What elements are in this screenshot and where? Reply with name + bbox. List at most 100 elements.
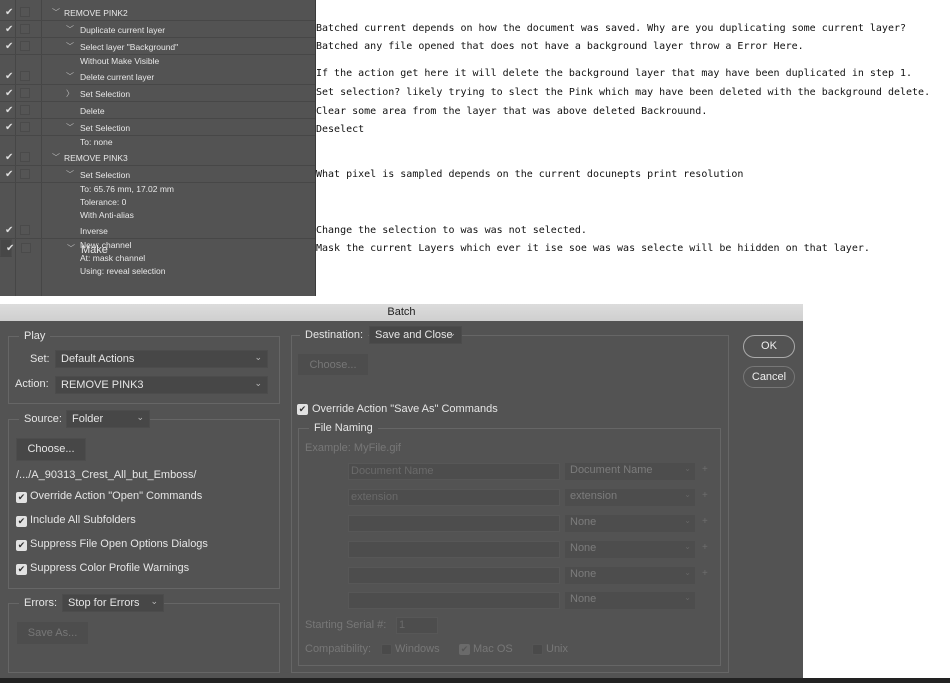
chevron-down-icon[interactable]: ﹀ xyxy=(52,7,60,18)
file-naming-select[interactable]: None ⌄ xyxy=(565,592,695,609)
set-select[interactable]: Default Actions ⌄ xyxy=(55,350,268,368)
checkmark-icon[interactable]: ✔ xyxy=(5,41,13,52)
file-naming-select[interactable]: None ⌄ xyxy=(565,541,695,558)
compat-option-label: Unix xyxy=(546,643,569,655)
dialog-toggle-box[interactable] xyxy=(20,41,30,51)
note-line: Clear some area from the layer that was … xyxy=(316,106,708,117)
file-naming-select[interactable]: None ⌄ xyxy=(565,567,695,584)
chevron-down-icon: ⌄ xyxy=(448,328,456,338)
action-label: Duplicate current layer xyxy=(80,25,166,35)
file-naming-select[interactable]: Document Name ⌄ xyxy=(565,463,695,480)
note-line: Batched current depends on how the docum… xyxy=(316,23,907,34)
file-naming-text-input[interactable] xyxy=(348,592,560,609)
dialog-toggle-box[interactable] xyxy=(20,88,30,98)
destination-select[interactable]: Save and Close ⌄ xyxy=(369,326,462,344)
serial-label: Starting Serial #: xyxy=(305,619,387,631)
source-checkbox[interactable]: ✔ xyxy=(16,540,27,551)
source-checkbox[interactable]: ✔ xyxy=(16,492,27,503)
checkmark-icon[interactable]: ✔ xyxy=(5,24,13,35)
action-label: Using: reveal selection xyxy=(80,266,166,276)
dialog-toggle-box[interactable] xyxy=(20,71,30,81)
cancel-button[interactable]: Cancel xyxy=(743,366,795,388)
action-step-row[interactable]: ✔ 〉 Set Selection xyxy=(0,85,315,102)
chevron-right-icon[interactable]: 〉 xyxy=(66,88,74,99)
checkmark-icon[interactable]: ✔ xyxy=(5,169,13,180)
checkmark-icon[interactable]: ✔ xyxy=(5,225,13,236)
override-save-as-checkbox[interactable]: ✔ xyxy=(297,404,308,415)
chevron-down-icon[interactable]: ﹀ xyxy=(66,24,74,35)
file-naming-label: File Naming xyxy=(309,422,378,434)
errors-value: Stop for Errors xyxy=(68,597,140,609)
destination-value: Save and Close xyxy=(375,329,453,341)
checkmark-icon[interactable]: ✔ xyxy=(5,105,13,116)
note-line: If the action get here it will delete th… xyxy=(316,68,913,79)
add-row-icon[interactable]: + xyxy=(702,542,708,553)
ok-button[interactable]: OK xyxy=(743,335,795,358)
compat-checkbox[interactable]: ✔ xyxy=(459,644,470,655)
save-as-button[interactable]: Save As... xyxy=(17,622,88,644)
compat-checkbox[interactable] xyxy=(532,644,543,655)
action-detail: Tolerance: 0 xyxy=(0,196,315,209)
errors-select[interactable]: Stop for Errors ⌄ xyxy=(62,594,164,612)
action-step-row[interactable]: ✔ ﹀ Duplicate current layer xyxy=(0,21,315,38)
action-detail: To: 65.76 mm, 17.02 mm xyxy=(0,183,315,196)
action-step-row[interactable]: ✔ ﹀ Select layer "Background" xyxy=(0,38,315,55)
chevron-down-icon[interactable]: ﹀ xyxy=(52,152,60,163)
chevron-down-icon: ⌄ xyxy=(684,568,691,577)
file-naming-text-input[interactable] xyxy=(348,541,560,558)
dialog-toggle-box[interactable] xyxy=(20,122,30,132)
checkmark-icon[interactable]: ✔ xyxy=(5,71,13,82)
action-step-row[interactable]: ✔ ﹀ Delete current layer xyxy=(0,68,315,85)
checkmark-icon[interactable]: ✔ xyxy=(5,88,13,99)
dialog-toggle-box[interactable] xyxy=(20,105,30,115)
checkmark-icon[interactable]: ✔ xyxy=(5,7,13,18)
play-label: Play xyxy=(19,330,51,342)
file-naming-text-input[interactable]: Document Name xyxy=(348,463,560,480)
dialog-toggle-box[interactable] xyxy=(20,225,30,235)
action-label: Action: xyxy=(15,378,49,390)
file-naming-text-input[interactable] xyxy=(348,515,560,532)
chevron-down-icon[interactable]: ﹀ xyxy=(66,41,74,52)
chevron-down-icon: ⌄ xyxy=(684,464,691,473)
action-set-row[interactable]: ✔ ﹀ REMOVE PINK2 xyxy=(0,4,315,21)
chevron-down-icon[interactable]: ﹀ xyxy=(66,122,74,133)
dialog-toggle-box[interactable] xyxy=(20,7,30,17)
source-checkbox[interactable]: ✔ xyxy=(16,564,27,575)
compat-checkbox[interactable] xyxy=(381,644,392,655)
file-naming-select-value: extension xyxy=(570,490,618,502)
add-row-icon[interactable]: + xyxy=(702,568,708,579)
add-row-icon[interactable]: + xyxy=(702,464,708,475)
add-row-icon[interactable]: + xyxy=(702,490,708,501)
chevron-down-icon[interactable]: ﹀ xyxy=(66,169,74,180)
source-choose-button[interactable]: Choose... xyxy=(16,438,86,461)
checkmark-icon[interactable]: ✔ xyxy=(5,152,13,163)
serial-input[interactable]: 1 xyxy=(396,617,438,634)
file-naming-select-value: None xyxy=(570,593,597,605)
dialog-toggle-box[interactable] xyxy=(20,152,30,162)
action-step-row[interactable]: ✔ ﹀ Set Selection xyxy=(0,166,315,183)
file-naming-text-input[interactable] xyxy=(348,567,560,584)
action-step-row[interactable]: ✔ ﹀ Set Selection xyxy=(0,119,315,136)
dialog-toggle-box[interactable] xyxy=(20,169,30,179)
file-naming-select[interactable]: extension ⌄ xyxy=(565,489,695,506)
file-naming-text-input[interactable]: extension xyxy=(348,489,560,506)
action-step-row[interactable]: ✔ Delete xyxy=(0,102,315,119)
note-line: Mask the current Layers which ever it is… xyxy=(316,243,870,254)
action-label: Without Make Visible xyxy=(80,56,160,66)
chevron-down-icon[interactable]: ﹀ xyxy=(66,71,74,82)
action-detail: New: channel xyxy=(0,239,315,252)
add-row-icon[interactable]: + xyxy=(702,516,708,527)
destination-choose-button[interactable]: Choose... xyxy=(298,354,368,375)
dialog-toggle-box[interactable] xyxy=(20,24,30,34)
notes-text: Batched current depends on how the docum… xyxy=(316,0,950,296)
action-set-row[interactable]: ✔ ﹀ REMOVE PINK3 xyxy=(0,149,315,166)
action-label: To: 65.76 mm, 17.02 mm xyxy=(80,184,175,194)
checkmark-icon[interactable]: ✔ xyxy=(5,122,13,133)
source-select[interactable]: Folder ⌄ xyxy=(66,410,150,428)
action-select[interactable]: REMOVE PINK3 ⌄ xyxy=(55,376,268,394)
action-step-row[interactable]: ✔ Inverse xyxy=(0,222,315,239)
action-detail: To: none xyxy=(0,136,315,149)
note-line: Deselect xyxy=(316,124,365,135)
source-checkbox[interactable]: ✔ xyxy=(16,516,27,527)
file-naming-select[interactable]: None ⌄ xyxy=(565,515,695,532)
